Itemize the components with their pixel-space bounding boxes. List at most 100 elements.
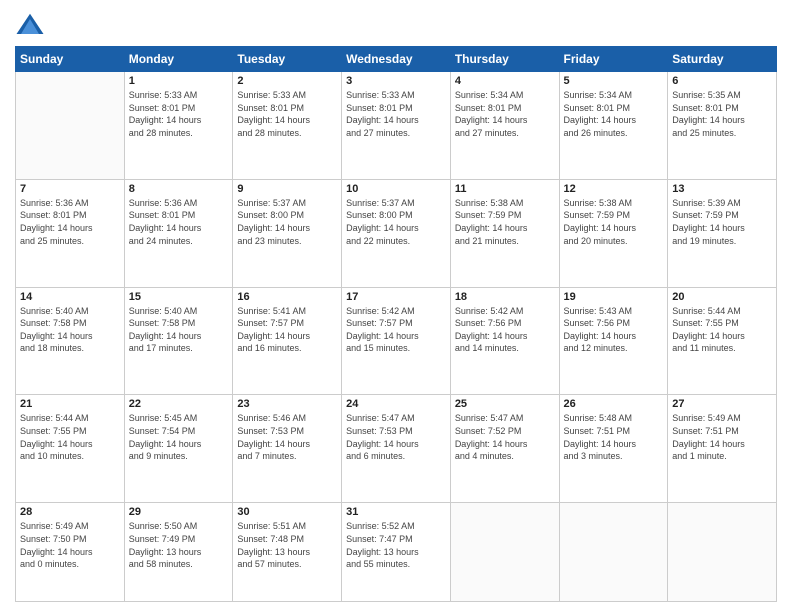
day-info: Sunrise: 5:43 AM Sunset: 7:56 PM Dayligh… — [564, 305, 664, 355]
day-cell — [559, 503, 668, 602]
day-info: Sunrise: 5:49 AM Sunset: 7:51 PM Dayligh… — [672, 412, 772, 462]
calendar-table: SundayMondayTuesdayWednesdayThursdayFrid… — [15, 46, 777, 602]
day-number: 4 — [455, 75, 555, 87]
day-number: 25 — [455, 398, 555, 410]
day-number: 7 — [20, 183, 120, 195]
day-info: Sunrise: 5:45 AM Sunset: 7:54 PM Dayligh… — [129, 412, 229, 462]
day-cell: 12Sunrise: 5:38 AM Sunset: 7:59 PM Dayli… — [559, 179, 668, 287]
day-number: 9 — [237, 183, 337, 195]
week-row-2: 14 Sunrise: 5:40 AM Sunset: 7:58 PM Dayli… — [16, 287, 777, 395]
day-number: 18 — [455, 291, 555, 303]
header-cell-monday: Monday — [124, 47, 233, 72]
day-info: Sunrise: 5:41 AM Sunset: 7:57 PM Dayligh… — [237, 305, 337, 355]
day-info: Sunrise: 5:33 AM Sunset: 8:01 PM Dayligh… — [346, 89, 446, 139]
day-info: Sunrise: 5:42 AM Sunset: 7:56 PM Dayligh… — [455, 305, 555, 355]
day-cell: 10 Sunrise: 5:37 AM Sunset: 8:00 PM Dayli… — [342, 179, 451, 287]
day-cell: 23 Sunrise: 5:46 AM Sunset: 7:53 PM Dayli… — [233, 395, 342, 503]
day-info: Sunrise: 5:47 AM Sunset: 7:53 PM Dayligh… — [346, 412, 446, 462]
day-number: 23 — [237, 398, 337, 410]
day-cell: 6 Sunrise: 5:35 AM Sunset: 8:01 PM Daylig… — [668, 72, 777, 180]
day-info: Sunrise: 5:39 AM Sunset: 7:59 PM Dayligh… — [672, 197, 772, 247]
day-cell: 9 Sunrise: 5:37 AM Sunset: 8:00 PM Daylig… — [233, 179, 342, 287]
day-number: 3 — [346, 75, 446, 87]
header-cell-friday: Friday — [559, 47, 668, 72]
day-cell — [450, 503, 559, 602]
day-info: Sunrise: 5:50 AM Sunset: 7:49 PM Dayligh… — [129, 520, 229, 570]
day-info: Sunrise: 5:36 AM Sunset: 8:01 PM Dayligh… — [20, 197, 120, 247]
week-row-1: 7 Sunrise: 5:36 AM Sunset: 8:01 PM Daylig… — [16, 179, 777, 287]
day-cell: 19 Sunrise: 5:43 AM Sunset: 7:56 PM Dayli… — [559, 287, 668, 395]
day-number: 24 — [346, 398, 446, 410]
day-cell: 29 Sunrise: 5:50 AM Sunset: 7:49 PM Dayli… — [124, 503, 233, 602]
day-info: Sunrise: 5:40 AM Sunset: 7:58 PM Dayligh… — [20, 305, 120, 355]
day-number: 13 — [672, 183, 772, 195]
day-info: Sunrise: 5:33 AM Sunset: 8:01 PM Dayligh… — [129, 89, 229, 139]
day-info: Sunrise: 5:38 AM Sunset: 7:59 PM Dayligh… — [564, 197, 664, 247]
day-number: 5 — [564, 75, 664, 87]
day-cell: 2Sunrise: 5:33 AM Sunset: 8:01 PM Daylig… — [233, 72, 342, 180]
day-info: Sunrise: 5:52 AM Sunset: 7:47 PM Dayligh… — [346, 520, 446, 570]
day-number: 10 — [346, 183, 446, 195]
day-cell: 11 Sunrise: 5:38 AM Sunset: 7:59 PM Dayli… — [450, 179, 559, 287]
day-cell: 22 Sunrise: 5:45 AM Sunset: 7:54 PM Dayli… — [124, 395, 233, 503]
day-info: Sunrise: 5:35 AM Sunset: 8:01 PM Dayligh… — [672, 89, 772, 139]
day-cell: 21Sunrise: 5:44 AM Sunset: 7:55 PM Dayli… — [16, 395, 125, 503]
day-cell: 27 Sunrise: 5:49 AM Sunset: 7:51 PM Dayli… — [668, 395, 777, 503]
day-number: 31 — [346, 506, 446, 518]
day-cell: 16 Sunrise: 5:41 AM Sunset: 7:57 PM Dayli… — [233, 287, 342, 395]
day-cell — [668, 503, 777, 602]
day-cell: 14 Sunrise: 5:40 AM Sunset: 7:58 PM Dayli… — [16, 287, 125, 395]
day-number: 27 — [672, 398, 772, 410]
day-number: 22 — [129, 398, 229, 410]
week-row-3: 21Sunrise: 5:44 AM Sunset: 7:55 PM Dayli… — [16, 395, 777, 503]
day-cell: 3 Sunrise: 5:33 AM Sunset: 8:01 PM Daylig… — [342, 72, 451, 180]
day-number: 8 — [129, 183, 229, 195]
header-cell-sunday: Sunday — [16, 47, 125, 72]
day-info: Sunrise: 5:42 AM Sunset: 7:57 PM Dayligh… — [346, 305, 446, 355]
day-info: Sunrise: 5:37 AM Sunset: 8:00 PM Dayligh… — [237, 197, 337, 247]
day-number: 20 — [672, 291, 772, 303]
day-cell: 8 Sunrise: 5:36 AM Sunset: 8:01 PM Daylig… — [124, 179, 233, 287]
day-number: 6 — [672, 75, 772, 87]
day-cell: 13 Sunrise: 5:39 AM Sunset: 7:59 PM Dayli… — [668, 179, 777, 287]
day-info: Sunrise: 5:44 AM Sunset: 7:55 PM Dayligh… — [672, 305, 772, 355]
day-info: Sunrise: 5:47 AM Sunset: 7:52 PM Dayligh… — [455, 412, 555, 462]
day-number: 19 — [564, 291, 664, 303]
day-info: Sunrise: 5:34 AM Sunset: 8:01 PM Dayligh… — [455, 89, 555, 139]
week-row-0: 1Sunrise: 5:33 AM Sunset: 8:01 PM Daylig… — [16, 72, 777, 180]
day-info: Sunrise: 5:51 AM Sunset: 7:48 PM Dayligh… — [237, 520, 337, 570]
logo — [15, 10, 49, 40]
day-info: Sunrise: 5:38 AM Sunset: 7:59 PM Dayligh… — [455, 197, 555, 247]
header-cell-wednesday: Wednesday — [342, 47, 451, 72]
day-number: 14 — [20, 291, 120, 303]
day-number: 26 — [564, 398, 664, 410]
header-cell-thursday: Thursday — [450, 47, 559, 72]
day-info: Sunrise: 5:37 AM Sunset: 8:00 PM Dayligh… — [346, 197, 446, 247]
day-number: 29 — [129, 506, 229, 518]
day-number: 28 — [20, 506, 120, 518]
day-info: Sunrise: 5:44 AM Sunset: 7:55 PM Dayligh… — [20, 412, 120, 462]
header-cell-tuesday: Tuesday — [233, 47, 342, 72]
day-cell: 25 Sunrise: 5:47 AM Sunset: 7:52 PM Dayli… — [450, 395, 559, 503]
page: SundayMondayTuesdayWednesdayThursdayFrid… — [0, 0, 792, 612]
day-number: 15 — [129, 291, 229, 303]
day-info: Sunrise: 5:46 AM Sunset: 7:53 PM Dayligh… — [237, 412, 337, 462]
day-cell: 31 Sunrise: 5:52 AM Sunset: 7:47 PM Dayli… — [342, 503, 451, 602]
day-cell: 1Sunrise: 5:33 AM Sunset: 8:01 PM Daylig… — [124, 72, 233, 180]
day-number: 17 — [346, 291, 446, 303]
day-cell: 20 Sunrise: 5:44 AM Sunset: 7:55 PM Dayli… — [668, 287, 777, 395]
day-info: Sunrise: 5:36 AM Sunset: 8:01 PM Dayligh… — [129, 197, 229, 247]
header-row: SundayMondayTuesdayWednesdayThursdayFrid… — [16, 47, 777, 72]
day-number: 11 — [455, 183, 555, 195]
day-number: 16 — [237, 291, 337, 303]
day-info: Sunrise: 5:48 AM Sunset: 7:51 PM Dayligh… — [564, 412, 664, 462]
day-cell: 24 Sunrise: 5:47 AM Sunset: 7:53 PM Dayli… — [342, 395, 451, 503]
logo-icon — [15, 10, 45, 40]
day-cell — [16, 72, 125, 180]
day-info: Sunrise: 5:49 AM Sunset: 7:50 PM Dayligh… — [20, 520, 120, 570]
day-cell: 7 Sunrise: 5:36 AM Sunset: 8:01 PM Daylig… — [16, 179, 125, 287]
day-cell: 15Sunrise: 5:40 AM Sunset: 7:58 PM Dayli… — [124, 287, 233, 395]
day-info: Sunrise: 5:34 AM Sunset: 8:01 PM Dayligh… — [564, 89, 664, 139]
day-number: 30 — [237, 506, 337, 518]
day-cell: 5 Sunrise: 5:34 AM Sunset: 8:01 PM Daylig… — [559, 72, 668, 180]
